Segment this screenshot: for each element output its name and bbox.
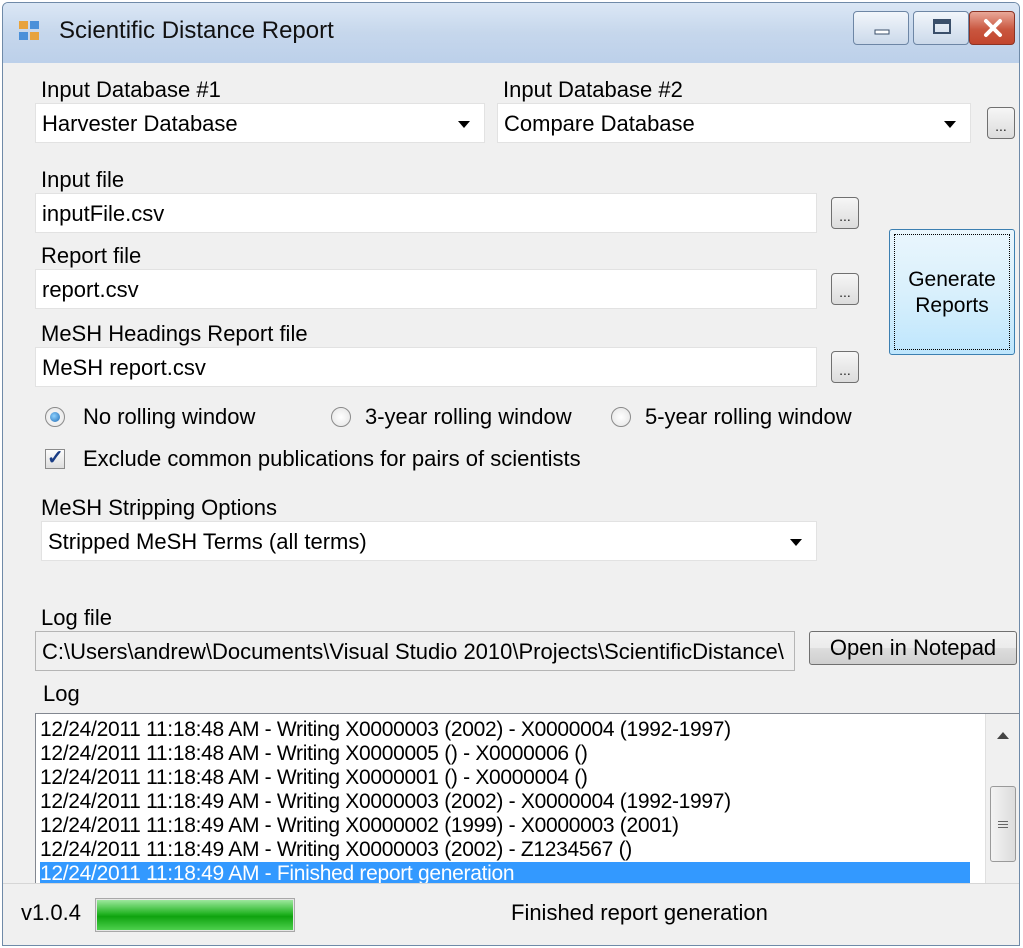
minimize-button[interactable] bbox=[853, 11, 909, 45]
database1-value: Harvester Database bbox=[42, 111, 238, 136]
log-line[interactable]: 12/24/2011 11:18:49 AM - Writing X000000… bbox=[40, 814, 679, 838]
database2-browse-button[interactable]: ... bbox=[987, 107, 1015, 139]
maximize-icon bbox=[933, 19, 951, 34]
close-icon bbox=[984, 19, 1002, 37]
report-file-label: Report file bbox=[41, 243, 142, 268]
mesh-stripping-value: Stripped MeSH Terms (all terms) bbox=[48, 529, 367, 554]
mesh-report-file-browse-button[interactable]: ... bbox=[831, 351, 859, 383]
grip-line bbox=[998, 821, 1008, 822]
chevron-down-icon bbox=[458, 121, 470, 128]
mesh-report-file-field[interactable]: MeSH report.csv bbox=[35, 347, 817, 387]
report-file-field[interactable]: report.csv bbox=[35, 269, 817, 309]
scrollbar-thumb[interactable] bbox=[990, 786, 1016, 862]
radio-5-year-rolling-window[interactable] bbox=[611, 407, 631, 427]
log-line[interactable]: 12/24/2011 11:18:48 AM - Writing X000000… bbox=[40, 742, 588, 766]
status-message: Finished report generation bbox=[511, 900, 768, 925]
focus-rectangle bbox=[894, 234, 1010, 350]
log-line[interactable]: 12/24/2011 11:18:48 AM - Writing X000000… bbox=[40, 718, 731, 742]
log-label: Log bbox=[43, 681, 80, 706]
input-file-field[interactable]: inputFile.csv bbox=[35, 193, 817, 233]
progress-bar bbox=[95, 898, 295, 932]
grip-line bbox=[998, 827, 1008, 828]
log-file-label: Log file bbox=[41, 605, 112, 630]
database2-dropdown[interactable]: Compare Database bbox=[497, 103, 971, 143]
log-line[interactable]: 12/24/2011 11:18:49 AM - Writing X000000… bbox=[40, 838, 632, 862]
scroll-up-icon[interactable] bbox=[997, 732, 1009, 739]
maximize-button[interactable] bbox=[913, 11, 969, 45]
main-window: Scientific Distance Report Input Databas… bbox=[2, 2, 1020, 946]
status-bar: v1.0.4 Finished report generation bbox=[3, 883, 1019, 945]
mesh-report-file-label: MeSH Headings Report file bbox=[41, 321, 308, 346]
title-bar[interactable]: Scientific Distance Report bbox=[3, 3, 1019, 63]
window-title: Scientific Distance Report bbox=[59, 17, 334, 44]
database1-dropdown[interactable]: Harvester Database bbox=[35, 103, 485, 143]
generate-button-line1: Generate bbox=[908, 268, 996, 291]
grip-line bbox=[998, 824, 1008, 825]
input-file-value: inputFile.csv bbox=[42, 201, 165, 226]
database2-label: Input Database #2 bbox=[503, 77, 683, 102]
input-file-label: Input file bbox=[41, 167, 125, 192]
progress-bar-fill bbox=[97, 900, 293, 930]
report-file-value: report.csv bbox=[42, 277, 139, 302]
mesh-stripping-label: MeSH Stripping Options bbox=[41, 495, 277, 520]
database2-value: Compare Database bbox=[504, 111, 695, 136]
radio-3-year-rolling-window-label[interactable]: 3-year rolling window bbox=[365, 404, 572, 430]
checkmark-icon: ✓ bbox=[47, 447, 64, 469]
radio-3-year-rolling-window[interactable] bbox=[331, 407, 351, 427]
open-in-notepad-button[interactable]: Open in Notepad bbox=[809, 631, 1017, 665]
log-file-path-value: C:\Users\andrew\Documents\Visual Studio … bbox=[42, 639, 784, 664]
log-line[interactable]: 12/24/2011 11:18:49 AM - Writing X000000… bbox=[40, 790, 731, 814]
radio-5-year-rolling-window-label[interactable]: 5-year rolling window bbox=[645, 404, 852, 430]
minimize-icon bbox=[874, 29, 890, 35]
report-file-browse-button[interactable]: ... bbox=[831, 273, 859, 305]
exclude-common-label[interactable]: Exclude common publications for pairs of… bbox=[83, 446, 581, 472]
exclude-common-checkbox[interactable]: ✓ bbox=[45, 447, 65, 469]
radio-selected-dot bbox=[50, 412, 60, 422]
log-line[interactable]: 12/24/2011 11:18:48 AM - Writing X000000… bbox=[40, 766, 588, 790]
chevron-down-icon bbox=[790, 539, 802, 546]
generate-reports-button[interactable]: Generate Reports bbox=[889, 229, 1015, 355]
radio-no-rolling-window[interactable] bbox=[45, 407, 65, 427]
mesh-stripping-dropdown[interactable]: Stripped MeSH Terms (all terms) bbox=[41, 521, 817, 561]
mesh-report-file-value: MeSH report.csv bbox=[42, 355, 206, 380]
database1-label: Input Database #1 bbox=[41, 77, 221, 102]
log-file-path-field[interactable]: C:\Users\andrew\Documents\Visual Studio … bbox=[35, 631, 795, 671]
version-label: v1.0.4 bbox=[21, 900, 81, 925]
app-icon bbox=[19, 21, 41, 41]
input-file-browse-button[interactable]: ... bbox=[831, 197, 859, 229]
close-button[interactable] bbox=[969, 11, 1015, 45]
chevron-down-icon bbox=[944, 121, 956, 128]
radio-no-rolling-window-label[interactable]: No rolling window bbox=[83, 404, 255, 430]
generate-button-line2: Reports bbox=[915, 294, 989, 317]
